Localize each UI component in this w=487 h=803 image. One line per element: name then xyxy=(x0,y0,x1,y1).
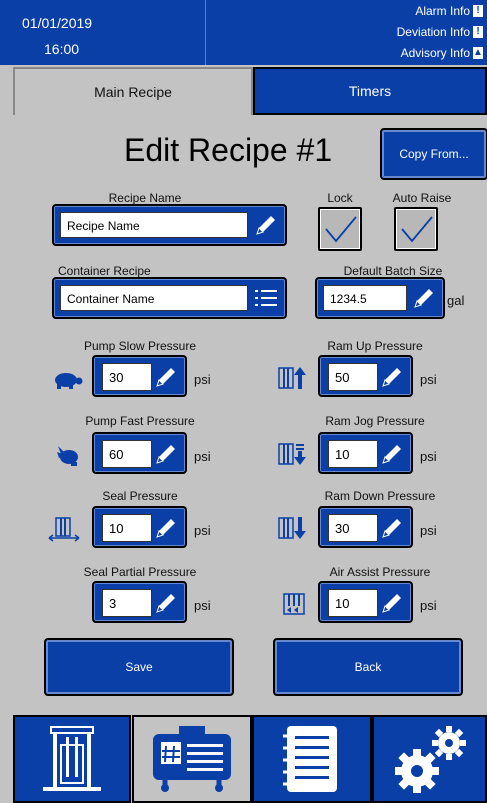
lock-label: Lock xyxy=(327,191,353,205)
nav-settings-button[interactable] xyxy=(372,715,487,803)
time-display: 16:00 xyxy=(44,41,80,57)
advisory-bell-icon: ▲ xyxy=(473,47,483,59)
deviation-info[interactable]: Deviation Info ! xyxy=(397,25,483,39)
save-button[interactable]: Save xyxy=(44,638,234,696)
turtle-icon xyxy=(52,366,84,394)
pump-slow-input[interactable]: 30 xyxy=(102,363,152,391)
pencil-icon[interactable] xyxy=(379,514,405,542)
pump-slow-unit: psi xyxy=(194,372,211,387)
air-assist-icon xyxy=(278,590,310,618)
batch-size-label: Default Batch Size xyxy=(343,264,443,278)
pump-fast-label: Pump Fast Pressure xyxy=(85,414,195,428)
pump-slow-label: Pump Slow Pressure xyxy=(83,339,197,353)
pencil-icon[interactable] xyxy=(411,285,437,311)
pencil-icon[interactable] xyxy=(153,440,179,468)
ram-down-icon xyxy=(276,514,308,542)
checkmark-icon xyxy=(325,216,357,243)
ram-down-label: Ram Down Pressure xyxy=(324,489,436,503)
ram-jog-field[interactable]: 10 xyxy=(318,432,413,474)
ram-down-field[interactable]: 30 xyxy=(318,506,413,548)
seal-label: Seal Pressure xyxy=(102,489,178,503)
container-recipe-field[interactable]: Container Name xyxy=(52,277,287,319)
alarm-icon: ! xyxy=(473,5,483,17)
container-recipe-input[interactable]: Container Name xyxy=(60,285,248,311)
pump-fast-unit: psi xyxy=(194,449,211,464)
auto-raise-checkbox[interactable] xyxy=(394,207,438,251)
date-display: 01/01/2019 xyxy=(22,15,93,31)
lock-checkbox[interactable] xyxy=(318,207,362,251)
copy-from-button[interactable]: Copy From... xyxy=(380,128,487,180)
pencil-icon[interactable] xyxy=(379,363,405,391)
deviation-icon: ! xyxy=(473,26,483,38)
screen: 01/01/2019 16:00 Alarm Info ! Deviation … xyxy=(0,0,487,803)
batch-size-field[interactable]: 1234.5 xyxy=(315,277,445,319)
tab-timers[interactable]: Timers xyxy=(253,67,487,115)
seal-partial-input[interactable]: 3 xyxy=(102,589,152,617)
ram-jog-label: Ram Jog Pressure xyxy=(325,414,425,428)
pump-fast-field[interactable]: 60 xyxy=(92,432,187,474)
seal-partial-field[interactable]: 3 xyxy=(92,581,187,623)
ram-up-field[interactable]: 50 xyxy=(318,355,413,397)
pencil-icon[interactable] xyxy=(253,212,279,238)
seal-partial-unit: psi xyxy=(194,598,211,613)
air-assist-unit: psi xyxy=(420,598,437,613)
air-assist-input[interactable]: 10 xyxy=(328,589,378,617)
deviation-info-label: Deviation Info xyxy=(396,25,470,39)
ram-up-input[interactable]: 50 xyxy=(328,363,378,391)
pump-fast-input[interactable]: 60 xyxy=(102,440,152,468)
recipe-name-field[interactable]: Recipe Name xyxy=(52,204,287,246)
batch-size-unit: gal xyxy=(447,293,465,308)
batch-size-input[interactable]: 1234.5 xyxy=(323,285,407,311)
air-assist-label: Air Assist Pressure xyxy=(329,565,431,579)
ram-icon xyxy=(43,726,101,791)
ram-jog-input[interactable]: 10 xyxy=(328,440,378,468)
pencil-icon[interactable] xyxy=(153,363,179,391)
nav-ram-button[interactable] xyxy=(13,715,131,803)
pencil-icon[interactable] xyxy=(379,589,405,617)
pencil-icon[interactable] xyxy=(153,514,179,542)
air-assist-field[interactable]: 10 xyxy=(318,581,413,623)
nav-list-button[interactable] xyxy=(252,715,372,803)
recipe-name-label: Recipe Name xyxy=(108,191,182,205)
status-bar: 01/01/2019 16:00 Alarm Info ! Deviation … xyxy=(0,0,487,65)
container-recipe-label: Container Recipe xyxy=(58,264,151,278)
auto-raise-label: Auto Raise xyxy=(392,191,452,205)
seal-unit: psi xyxy=(194,523,211,538)
recipe-name-input[interactable]: Recipe Name xyxy=(60,212,248,238)
ram-up-icon xyxy=(276,364,308,392)
checkmark-icon xyxy=(401,216,433,243)
seal-partial-label: Seal Partial Pressure xyxy=(83,565,197,579)
ram-up-label: Ram Up Pressure xyxy=(327,339,423,353)
recipe-icon xyxy=(153,726,231,792)
ram-jog-unit: psi xyxy=(420,449,437,464)
advisory-info-label: Advisory Info xyxy=(400,46,470,60)
seal-field[interactable]: 10 xyxy=(92,506,187,548)
datetime-panel: 01/01/2019 16:00 xyxy=(0,0,206,65)
pencil-icon[interactable] xyxy=(153,589,179,617)
list-icon xyxy=(283,726,337,792)
alarm-info-label: Alarm Info xyxy=(415,4,470,18)
nav-recipe-button[interactable] xyxy=(132,715,252,803)
ram-down-input[interactable]: 30 xyxy=(328,514,378,542)
ram-down-unit: psi xyxy=(420,523,437,538)
ram-jog-icon xyxy=(276,440,308,468)
ram-up-unit: psi xyxy=(420,372,437,387)
rabbit-icon xyxy=(52,441,84,469)
pencil-icon[interactable] xyxy=(379,440,405,468)
seal-input[interactable]: 10 xyxy=(102,514,152,542)
tab-main-recipe[interactable]: Main Recipe xyxy=(13,67,253,115)
seal-icon xyxy=(48,515,80,543)
pump-slow-field[interactable]: 30 xyxy=(92,355,187,397)
alarm-info[interactable]: Alarm Info ! xyxy=(415,4,483,18)
back-button[interactable]: Back xyxy=(273,638,463,696)
page-title: Edit Recipe #1 xyxy=(124,132,333,168)
gears-icon xyxy=(394,726,466,793)
list-menu-icon[interactable] xyxy=(253,285,279,311)
advisory-info[interactable]: Advisory Info ▲ xyxy=(401,46,483,60)
